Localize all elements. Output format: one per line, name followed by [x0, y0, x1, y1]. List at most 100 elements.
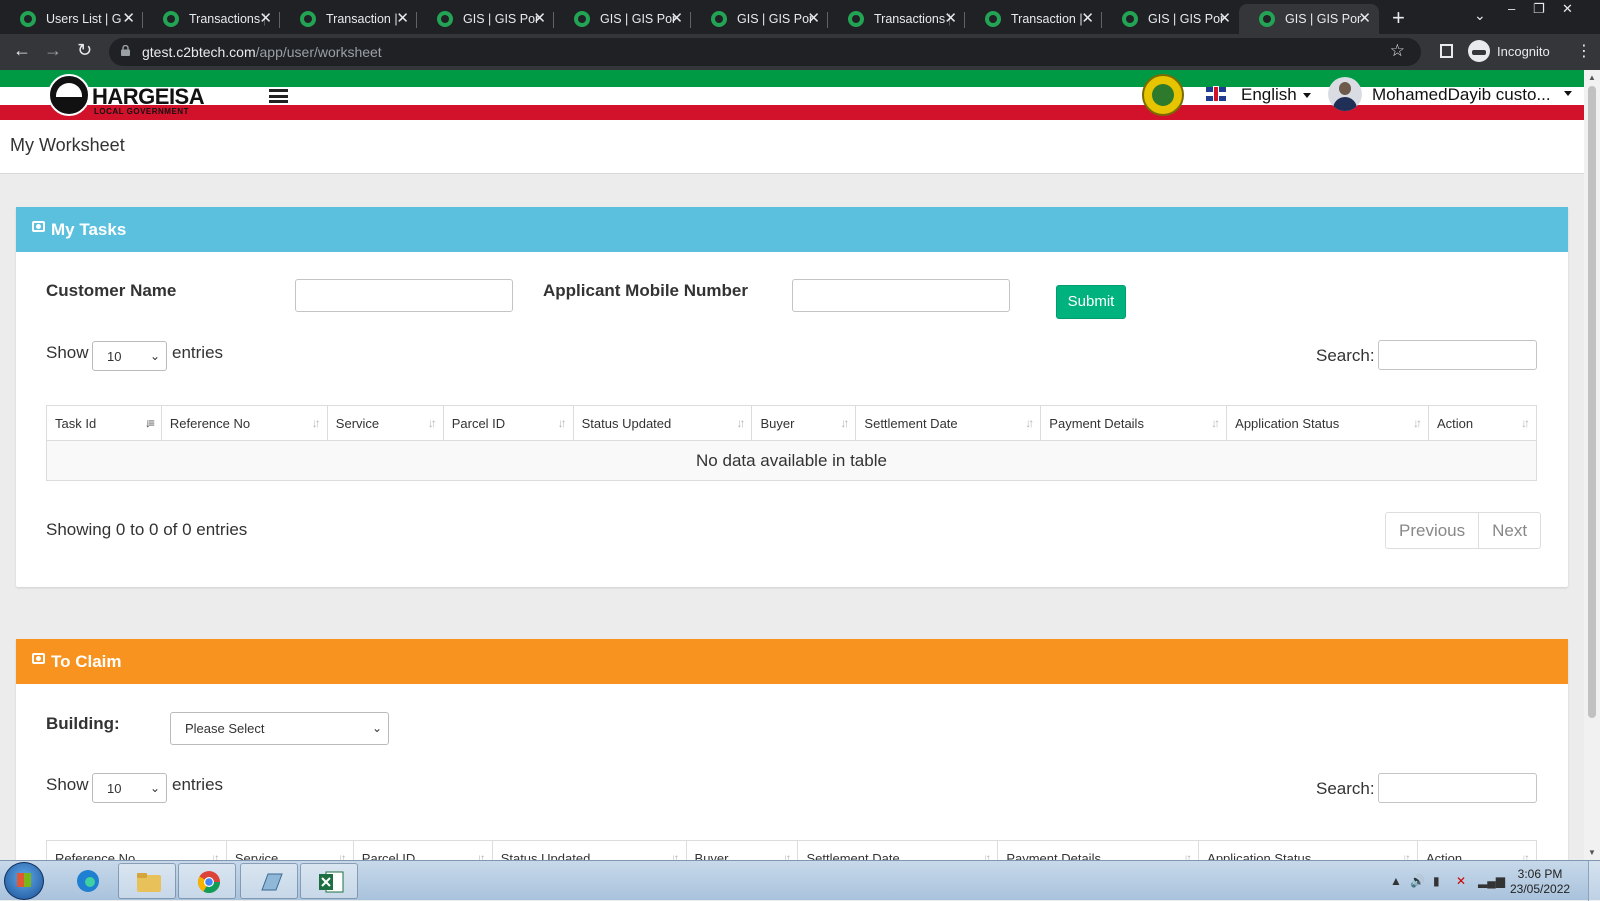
column-header-settlement-date[interactable]: Settlement Date ↓↑	[797, 840, 999, 860]
column-header-payment-details[interactable]: Payment Details ↓↑	[1040, 405, 1228, 441]
tray-expand-icon[interactable]: ▲	[1390, 874, 1402, 888]
browser-tab[interactable]: Transactions | ✕	[143, 4, 280, 34]
scroll-up-icon[interactable]: ▲	[1588, 73, 1596, 82]
chevron-down-icon: ⌄	[149, 781, 160, 795]
column-header-application-status[interactable]: Application Status ↓↑	[1198, 840, 1418, 860]
uk-flag-icon[interactable]	[1206, 87, 1226, 101]
browser-tab[interactable]: GIS | GIS Port ✕	[691, 4, 828, 34]
close-tab-icon[interactable]: ✕	[396, 9, 409, 27]
column-header-buyer[interactable]: Buyer ↓↑	[685, 840, 799, 861]
tab-search-chevron-icon[interactable]: ⌄	[1474, 7, 1486, 24]
network-error-icon[interactable]: ✕	[1456, 874, 1466, 888]
browser-tab[interactable]: Transaction | C ✕	[280, 4, 417, 34]
back-arrow-icon[interactable]: ←	[13, 40, 31, 61]
page-length-select[interactable]: 10 ⌄	[92, 773, 167, 803]
sort-ascending-icon: ↓≡	[144, 416, 155, 430]
browser-tab[interactable]: GIS | GIS Port ✕	[417, 4, 554, 34]
hargeisa-logo[interactable]: HARGEISA LOCAL GOVERNMENT	[48, 74, 208, 118]
language-selector[interactable]: English	[1241, 85, 1311, 105]
building-select[interactable]: Please Select ⌄	[170, 712, 389, 745]
incognito-indicator[interactable]: Incognito	[1468, 40, 1550, 62]
forward-arrow-icon[interactable]: →	[44, 40, 62, 61]
signal-icon[interactable]: ▂▄▆	[1478, 874, 1505, 888]
column-header-action[interactable]: Action ↓↑	[1417, 840, 1537, 860]
taskbar-notepad[interactable]	[240, 863, 298, 899]
column-header-buyer[interactable]: Buyer ↓↑	[751, 405, 857, 441]
column-header-service[interactable]: Service ↓↑	[326, 405, 444, 441]
column-header-payment-details[interactable]: Payment Details ↓↑	[997, 840, 1200, 860]
submit-button[interactable]: Submit	[1056, 285, 1126, 319]
browser-tab[interactable]: Transaction | C ✕	[965, 4, 1102, 34]
reload-icon[interactable]: ↻	[77, 40, 92, 61]
close-tab-icon[interactable]: ✕	[944, 9, 957, 27]
column-header-application-status[interactable]: Application Status ↓↑	[1226, 405, 1429, 441]
column-header-status-updated[interactable]: Status Updated ↓↑	[491, 840, 687, 861]
browser-menu-icon[interactable]: ⋮	[1576, 41, 1592, 61]
tab-title: GIS | GIS Port	[737, 12, 813, 26]
column-header-settlement-date[interactable]: Settlement Date ↓↑	[855, 405, 1042, 441]
restore-icon[interactable]: ❐	[1533, 1, 1545, 17]
browser-tab[interactable]: GIS | GIS Port ✕	[554, 4, 691, 34]
page-length-select[interactable]: 10 ⌄	[92, 341, 167, 371]
column-header-parcel-id[interactable]: Parcel ID ↓↑	[352, 840, 493, 861]
building-label: Building:	[46, 714, 120, 733]
browser-tab-active[interactable]: GIS | GIS Port ✕	[1239, 4, 1379, 34]
column-header-task-id[interactable]: Task Id ↓≡	[46, 405, 162, 441]
column-header-parcel-id[interactable]: Parcel ID ↓↑	[442, 405, 574, 441]
user-name[interactable]: MohamedDayib custo...	[1372, 85, 1551, 105]
browser-tab[interactable]: Transactions | ✕	[828, 4, 965, 34]
entries-label: entries	[172, 343, 224, 362]
user-menu-caret-icon[interactable]	[1564, 91, 1572, 96]
column-header-service[interactable]: Service ↓↑	[225, 840, 354, 861]
taskbar-edge[interactable]	[58, 863, 116, 899]
column-header-reference-no[interactable]: Reference No ↓↑	[160, 405, 328, 441]
battery-icon[interactable]: ▮	[1433, 874, 1440, 888]
previous-page-button[interactable]: Previous	[1386, 513, 1478, 548]
column-header-action[interactable]: Action ↓↑	[1428, 405, 1537, 441]
start-button-icon[interactable]	[4, 862, 44, 900]
column-label: Buyer	[694, 850, 729, 861]
close-tab-icon[interactable]: ✕	[533, 9, 546, 27]
scroll-down-icon[interactable]: ▼	[1588, 848, 1596, 857]
close-tab-icon[interactable]: ✕	[807, 9, 820, 27]
customer-name-label: Customer Name	[46, 281, 177, 300]
user-avatar[interactable]	[1328, 77, 1362, 111]
customer-name-input[interactable]	[295, 279, 513, 312]
bookmark-star-icon[interactable]: ☆	[1390, 41, 1405, 61]
close-tab-icon[interactable]: ✕	[259, 9, 272, 27]
language-label: English	[1241, 85, 1297, 104]
browser-tab[interactable]: Users List | GI ✕	[0, 4, 143, 34]
close-tab-icon[interactable]: ✕	[1218, 9, 1231, 27]
notepad-icon	[261, 873, 283, 891]
page-scrollbar[interactable]: ▲ ▼	[1584, 70, 1600, 860]
address-bar[interactable]: gtest.c2btech.com/app/user/worksheet ☆	[109, 38, 1421, 66]
system-clock[interactable]: 3:06 PM 23/05/2022	[1510, 867, 1570, 897]
side-panel-icon[interactable]	[1440, 44, 1453, 58]
mobile-number-input[interactable]	[792, 279, 1010, 312]
column-header-reference-no[interactable]: Reference No ↓↑	[46, 840, 227, 860]
next-page-button[interactable]: Next	[1478, 513, 1540, 548]
close-tab-icon[interactable]: ✕	[1358, 9, 1371, 27]
taskbar-file-explorer[interactable]	[118, 863, 176, 899]
clock-date: 23/05/2022	[1510, 882, 1571, 896]
close-tab-icon[interactable]: ✕	[670, 9, 683, 27]
column-header-status-updated[interactable]: Status Updated ↓↑	[572, 405, 753, 441]
close-tab-icon[interactable]: ✕	[122, 9, 135, 27]
new-tab-icon[interactable]: +	[1392, 5, 1405, 31]
menu-toggle-icon[interactable]	[269, 89, 288, 103]
scrollbar-thumb[interactable]	[1588, 86, 1596, 718]
close-window-icon[interactable]: ✕	[1562, 1, 1573, 17]
taskbar-chrome[interactable]	[178, 863, 236, 899]
taskbar-excel[interactable]	[300, 863, 358, 899]
column-label: Status Updated	[500, 850, 591, 861]
column-label: Parcel ID	[361, 850, 416, 861]
table-search-input[interactable]	[1378, 773, 1537, 803]
sort-icon: ↓↑	[337, 851, 347, 860]
show-desktop-button[interactable]	[1588, 861, 1600, 901]
browser-tab[interactable]: GIS | GIS Port ✕	[1102, 4, 1239, 34]
volume-icon[interactable]: 🔊	[1410, 874, 1425, 888]
table-search-input[interactable]	[1378, 340, 1537, 370]
minimize-icon[interactable]: –	[1508, 1, 1515, 16]
close-tab-icon[interactable]: ✕	[1081, 9, 1094, 27]
column-label: Service	[234, 850, 279, 861]
